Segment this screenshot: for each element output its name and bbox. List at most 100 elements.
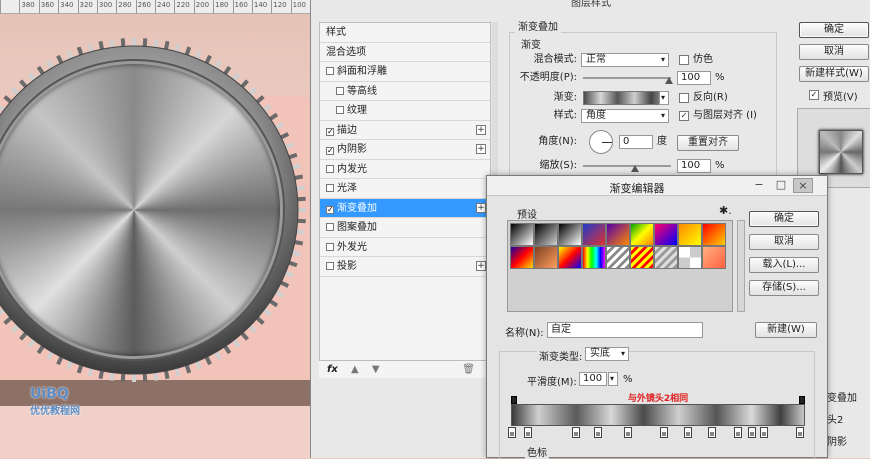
style-item-checkbox[interactable] [326, 164, 334, 173]
preset-swatch[interactable] [510, 223, 534, 246]
style-item-checkbox[interactable] [336, 106, 344, 114]
preset-swatch[interactable] [582, 223, 606, 246]
preset-swatch[interactable] [654, 246, 678, 269]
preset-swatch[interactable] [558, 246, 582, 269]
style-item[interactable]: 混合选项 [320, 43, 490, 62]
color-stop[interactable] [684, 427, 692, 438]
color-stop[interactable] [660, 427, 668, 438]
name-input[interactable]: 自定 [547, 322, 703, 338]
style-item-checkbox[interactable] [326, 67, 334, 75]
preset-swatch[interactable] [534, 246, 558, 269]
blend-mode-select[interactable]: 正常 [581, 53, 669, 67]
style-item-checkbox[interactable]: ✓ [326, 205, 334, 214]
style-item[interactable]: 图案叠加 [320, 218, 490, 238]
gradient-picker[interactable] [583, 91, 669, 105]
style-item-checkbox[interactable] [326, 223, 334, 231]
cancel-button[interactable]: 取消 [799, 44, 869, 60]
preset-swatch[interactable] [654, 223, 678, 246]
style-item-checkbox[interactable] [326, 242, 334, 251]
opacity-stop-left[interactable] [511, 396, 517, 404]
minimize-icon[interactable]: − [749, 178, 769, 193]
opacity-stop-right[interactable] [799, 396, 805, 404]
opacity-slider-thumb[interactable] [665, 77, 673, 84]
color-stop[interactable] [708, 427, 716, 438]
new-gradient-button[interactable]: 新建(W) [755, 322, 817, 338]
ok-button[interactable]: 确定 [799, 22, 869, 38]
color-stop[interactable] [624, 427, 632, 438]
style-item-checkbox[interactable] [326, 184, 334, 192]
preset-swatch[interactable] [582, 246, 606, 269]
color-stop[interactable] [760, 427, 768, 438]
angle-input[interactable]: 0 [619, 135, 653, 149]
preset-swatch[interactable] [630, 246, 654, 269]
style-item[interactable]: ✓ 内阴影 + [320, 140, 490, 160]
style-item[interactable]: 样式 [320, 23, 490, 43]
gradient-editor-titlebar[interactable]: 渐变编辑器 − □ × [487, 176, 827, 196]
reverse-checkbox[interactable] [679, 93, 689, 103]
gradient-bar[interactable] [511, 404, 805, 426]
preset-swatch[interactable] [510, 246, 534, 269]
load-button[interactable]: 载入(L)... [749, 257, 819, 273]
color-stop[interactable] [796, 427, 804, 438]
maximize-icon[interactable]: □ [771, 178, 791, 193]
close-icon[interactable]: × [793, 178, 813, 193]
fx-button[interactable]: fx [327, 364, 338, 375]
style-item[interactable]: 外发光 [320, 238, 490, 257]
editor-cancel-button[interactable]: 取消 [749, 234, 819, 250]
move-up-icon[interactable]: ▲ [351, 364, 359, 375]
gradient-type-select[interactable]: 实底 [585, 347, 629, 361]
reset-align-button[interactable]: 重置对齐 [677, 135, 739, 151]
preset-swatch[interactable] [678, 246, 702, 269]
style-item-checkbox[interactable] [326, 262, 334, 270]
preset-swatch[interactable] [678, 223, 702, 246]
preset-swatch[interactable] [606, 223, 630, 246]
color-stop[interactable] [572, 427, 580, 438]
trash-icon[interactable]: 🗑 [462, 361, 475, 379]
color-stop[interactable] [748, 427, 756, 438]
align-layer-checkbox[interactable]: ✓ [679, 111, 689, 121]
document-canvas[interactable]: 380 360 340 320 300 280 260 240 220 200 180 160 140 1… [0, 0, 310, 458]
new-style-button[interactable]: 新建样式(W) [799, 66, 869, 82]
dither-checkbox[interactable] [679, 55, 689, 65]
style-item[interactable]: 等高线 [320, 82, 490, 101]
add-effect-icon[interactable]: + [476, 202, 486, 213]
preset-swatch[interactable] [702, 246, 726, 269]
style-item-checkbox[interactable]: ✓ [326, 127, 334, 136]
add-effect-icon[interactable]: + [476, 261, 486, 271]
move-down-icon[interactable]: ▼ [372, 364, 380, 375]
style-item[interactable]: 内发光 [320, 160, 490, 179]
gear-icon[interactable]: ✱. [719, 204, 732, 217]
color-stop[interactable] [734, 427, 742, 438]
angle-dial[interactable] [589, 130, 613, 154]
style-item[interactable]: 纹理 [320, 101, 490, 121]
opacity-slider-track[interactable] [583, 77, 671, 79]
add-effect-icon[interactable]: + [476, 124, 486, 135]
preset-swatch[interactable] [630, 223, 654, 246]
preset-swatch[interactable] [702, 223, 726, 246]
style-item[interactable]: ✓ 渐变叠加 + [320, 198, 490, 218]
color-stop[interactable] [594, 427, 602, 438]
save-button[interactable]: 存储(S)... [749, 280, 819, 296]
style-select[interactable]: 角度 [581, 109, 669, 123]
preview-checkbox[interactable]: ✓ [809, 90, 819, 100]
style-item[interactable]: 光泽 [320, 179, 490, 199]
style-item[interactable]: 斜面和浮雕 [320, 62, 490, 82]
color-stop[interactable] [524, 427, 532, 438]
opacity-input[interactable]: 100 [677, 71, 711, 85]
add-effect-icon[interactable]: + [476, 144, 486, 154]
color-stop[interactable] [508, 427, 516, 438]
scale-slider-thumb[interactable] [631, 165, 639, 172]
editor-ok-button[interactable]: 确定 [749, 211, 819, 227]
scale-slider-track[interactable] [583, 165, 671, 167]
style-item[interactable]: ✓ 描边 + [320, 121, 490, 140]
smoothness-dropdown[interactable] [608, 372, 618, 386]
style-item-checkbox[interactable] [336, 86, 344, 95]
preset-swatch[interactable] [534, 223, 558, 246]
scale-input[interactable]: 100 [677, 159, 711, 173]
preset-swatch[interactable] [558, 223, 582, 246]
preset-swatch[interactable] [606, 246, 630, 269]
style-item-checkbox[interactable]: ✓ [326, 147, 334, 155]
presets-scrollbar[interactable] [737, 220, 745, 312]
gradient-dropdown[interactable] [659, 91, 669, 105]
style-item[interactable]: 投影 + [320, 257, 490, 277]
